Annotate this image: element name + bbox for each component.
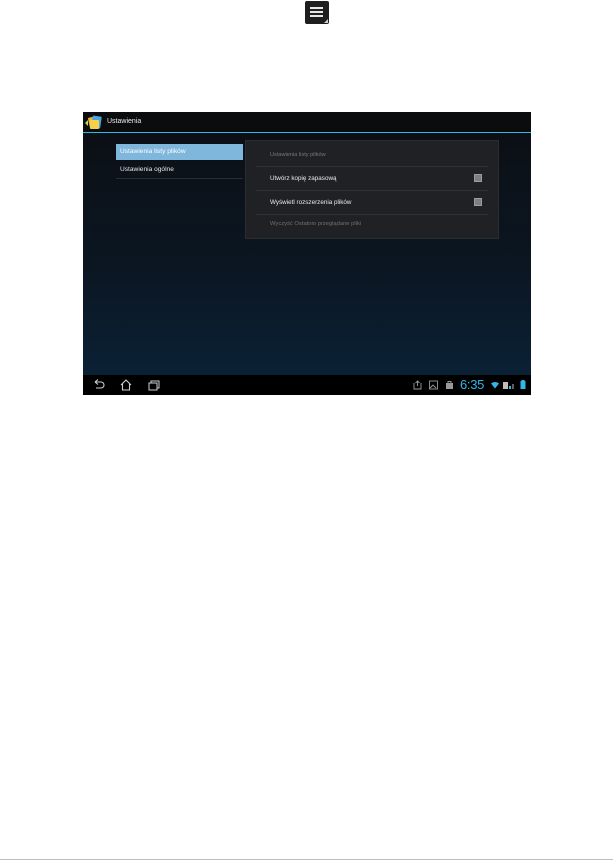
show-extensions-checkbox[interactable] (474, 198, 482, 206)
recent-apps-icon[interactable] (147, 378, 161, 392)
screenshot-icon[interactable] (413, 380, 422, 390)
app-title: Ustawienia (107, 118, 142, 125)
clear-recent-preference: Wyczyść Ostatnio przeglądane pliki (256, 214, 488, 239)
home-icon[interactable] (119, 378, 133, 392)
backup-preference[interactable]: Utwórz kopię zapasową (256, 166, 488, 191)
clock: 6:35 (460, 377, 485, 392)
panel-header: Ustawienia listy plików (270, 152, 326, 158)
action-bar: Ustawienia (83, 112, 531, 133)
system-bar: 6:35 (83, 375, 531, 395)
signal-icon (503, 382, 514, 389)
clear-recent-label: Wyczyść Ostatnio przeglądane pliki (270, 221, 362, 227)
category-file-list-settings[interactable]: Ustawienia listy plików (116, 144, 243, 160)
battery-icon (520, 380, 526, 389)
back-icon[interactable] (92, 378, 106, 392)
file-manager-app-icon[interactable] (84, 114, 104, 131)
backup-label: Utwórz kopię zapasową (270, 175, 337, 182)
wifi-icon (491, 381, 499, 389)
gallery-icon (429, 380, 438, 390)
show-extensions-preference[interactable]: Wyświetl rozszerzenia plików (256, 190, 488, 215)
settings-category-list: Ustawienia listy plików Ustawienia ogóln… (116, 144, 243, 181)
page-divider (0, 859, 613, 860)
settings-detail-panel: Ustawienia listy plików Utwórz kopię zap… (245, 140, 499, 239)
show-extensions-label: Wyświetl rozszerzenia plików (270, 199, 352, 206)
tablet-screen: Ustawienia Ustawienia listy plików Ustaw… (83, 112, 531, 395)
backup-checkbox[interactable] (474, 174, 482, 182)
category-general-settings[interactable]: Ustawienia ogólne (116, 162, 243, 179)
store-icon (446, 381, 453, 389)
overflow-menu-icon (305, 1, 329, 24)
